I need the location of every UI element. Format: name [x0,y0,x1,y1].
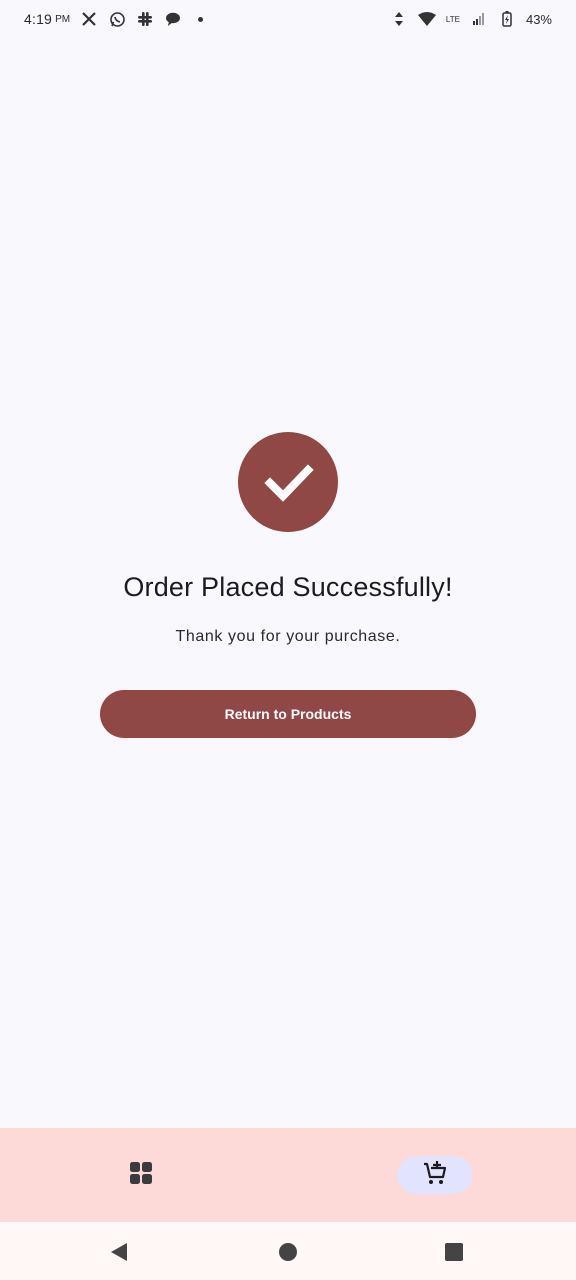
check-icon [238,432,338,532]
x-icon [80,10,98,28]
slack-icon [136,10,154,28]
status-bar-right: LTE 43% [390,10,552,28]
return-to-products-button[interactable]: Return to Products [100,690,476,738]
more-notifications-dot [198,16,204,22]
nav-item-products[interactable] [121,1157,161,1193]
data-arrows-icon [390,10,408,28]
system-navigation-bar [0,1222,576,1280]
wifi-icon [417,10,436,28]
chat-icon [164,10,182,28]
network-type: LTE [445,14,460,24]
status-ampm: PM [55,13,71,25]
battery-percent: 43% [525,11,552,27]
status-time: 4:19 [24,11,53,27]
home-icon[interactable] [277,1241,299,1263]
order-success-section: Order Placed Successfully! Thank you for… [0,432,576,738]
nav-item-cart[interactable] [397,1156,473,1194]
recents-icon[interactable] [443,1241,465,1263]
status-bar-left: 4:19 PM [24,10,204,28]
signal-icon [470,10,488,28]
bottom-navigation [0,1128,576,1222]
status-bar: 4:19 PM LTE 43% [0,0,576,38]
battery-icon [498,10,516,28]
back-icon[interactable] [108,1241,130,1263]
cart-icon [422,1160,448,1191]
success-message: Thank you for your purchase. [175,628,401,645]
success-title: Order Placed Successfully! [123,572,453,602]
grid-icon [129,1161,153,1190]
whatsapp-icon [108,10,126,28]
